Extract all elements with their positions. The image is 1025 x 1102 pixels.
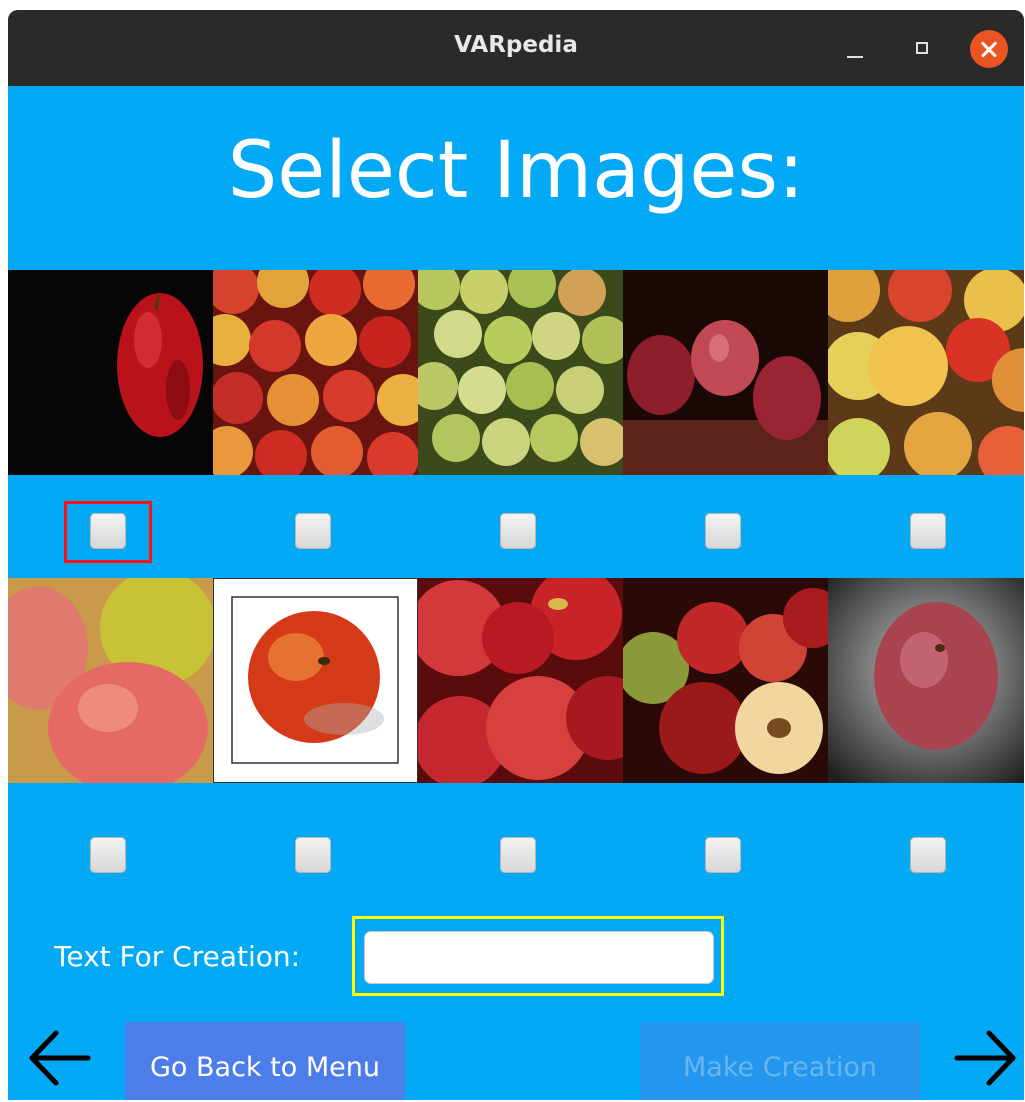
minimize-icon[interactable] [838,32,872,66]
image-tile-1[interactable] [8,270,213,475]
image-tile-4[interactable] [623,270,828,475]
image-row-1 [8,270,1024,475]
image-checkbox-2[interactable] [295,513,331,549]
text-for-creation-label: Text For Creation: [54,940,301,973]
go-back-to-menu-button[interactable]: Go Back to Menu [125,1022,405,1100]
image-checkbox-9[interactable] [705,837,741,873]
image-checkbox-7[interactable] [295,837,331,873]
image-checkbox-10[interactable] [910,837,946,873]
arrow-left-icon[interactable] [26,1025,92,1091]
image-tile-2[interactable] [213,270,418,475]
image-tile-6[interactable] [8,578,213,783]
image-tile-10[interactable] [828,578,1024,783]
image-tile-3[interactable] [418,270,623,475]
image-checkbox-1[interactable] [90,513,126,549]
make-creation-button[interactable]: Make Creation [640,1022,920,1100]
image-row-2 [8,578,1024,783]
varpedia-window: VARpedia Select Images: Text For Creatio… [8,10,1024,1100]
arrow-right-icon[interactable] [953,1025,1019,1091]
title-bar: VARpedia [8,10,1024,86]
image-tile-9[interactable] [623,578,828,783]
image-tile-8[interactable] [418,578,623,783]
maximize-icon[interactable] [906,32,940,66]
image-checkbox-4[interactable] [705,513,741,549]
image-tile-7[interactable] [213,578,418,783]
image-checkbox-8[interactable] [500,837,536,873]
image-tile-5[interactable] [828,270,1024,475]
page-heading: Select Images: [227,126,805,216]
text-for-creation-input[interactable] [364,931,714,984]
close-icon[interactable] [970,30,1008,68]
image-checkbox-5[interactable] [910,513,946,549]
image-checkbox-6[interactable] [90,837,126,873]
image-checkbox-3[interactable] [500,513,536,549]
